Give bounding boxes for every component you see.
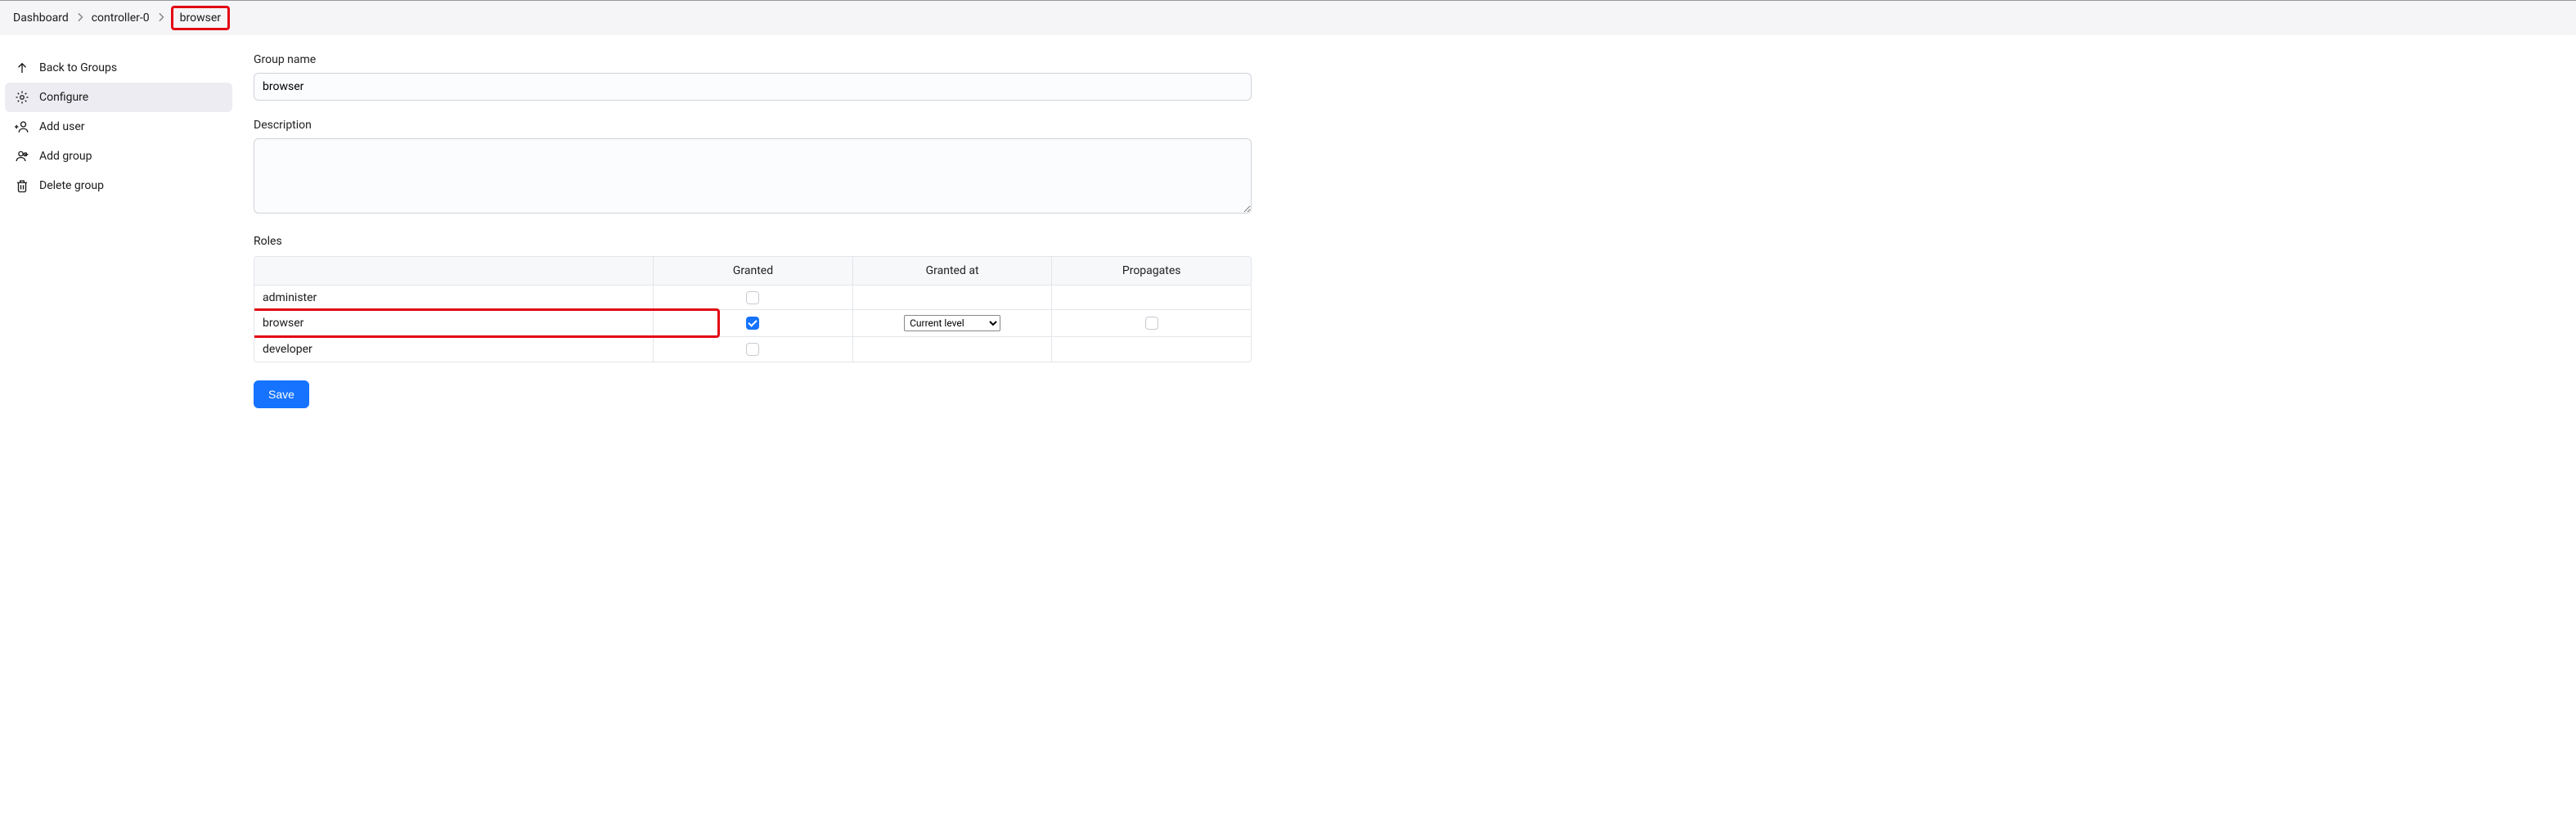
sidebar-item-configure[interactable]: Configure bbox=[5, 83, 232, 112]
propagates-cell bbox=[1051, 286, 1251, 310]
role-name: administer bbox=[254, 286, 653, 310]
granted-at-cell bbox=[852, 337, 1052, 362]
main-content: Group name Description Roles Granted Gra… bbox=[237, 43, 1268, 425]
role-name: browser bbox=[254, 310, 653, 337]
add-user-icon bbox=[15, 119, 29, 134]
roles-table: Granted Granted at Propagates administer… bbox=[254, 256, 1252, 362]
group-name-label: Group name bbox=[254, 53, 1252, 66]
arrow-up-icon bbox=[15, 61, 29, 75]
granted-checkbox[interactable] bbox=[746, 291, 759, 304]
add-group-icon bbox=[15, 149, 29, 164]
table-row: developer bbox=[254, 337, 1251, 362]
breadcrumb-item-browser[interactable]: browser bbox=[171, 6, 230, 30]
sidebar-item-delete-group[interactable]: Delete group bbox=[5, 171, 232, 200]
granted-checkbox[interactable] bbox=[746, 343, 759, 356]
sidebar-item-add-group[interactable]: Add group bbox=[5, 142, 232, 171]
propagates-cell bbox=[1051, 337, 1251, 362]
sidebar-item-label: Configure bbox=[39, 91, 88, 104]
propagates-checkbox[interactable] bbox=[1145, 317, 1158, 330]
sidebar-item-label: Delete group bbox=[39, 179, 104, 192]
sidebar-item-label: Add user bbox=[39, 120, 85, 133]
roles-label: Roles bbox=[254, 235, 1252, 248]
sidebar-item-label: Back to Groups bbox=[39, 61, 117, 74]
group-name-input[interactable] bbox=[254, 73, 1252, 101]
trash-icon bbox=[15, 178, 29, 193]
gear-icon bbox=[15, 90, 29, 105]
save-button[interactable]: Save bbox=[254, 380, 309, 408]
table-row: administer bbox=[254, 286, 1251, 310]
sidebar: Back to Groups Configure Add user Add gr… bbox=[0, 43, 237, 425]
sidebar-item-back[interactable]: Back to Groups bbox=[5, 53, 232, 83]
roles-header-role bbox=[254, 257, 653, 286]
sidebar-item-add-user[interactable]: Add user bbox=[5, 112, 232, 142]
chevron-right-icon bbox=[77, 12, 83, 24]
granted-at-select[interactable]: Current level bbox=[904, 315, 1000, 331]
role-name: developer bbox=[254, 337, 653, 362]
description-label: Description bbox=[254, 119, 1252, 132]
breadcrumb-item-dashboard[interactable]: Dashboard bbox=[13, 11, 69, 25]
chevron-right-icon bbox=[158, 12, 164, 24]
roles-header-granted-at: Granted at bbox=[852, 257, 1052, 286]
roles-header-propagates: Propagates bbox=[1051, 257, 1251, 286]
sidebar-item-label: Add group bbox=[39, 150, 92, 163]
granted-at-cell bbox=[852, 286, 1052, 310]
description-textarea[interactable] bbox=[254, 138, 1252, 214]
table-row: browser Current level bbox=[254, 310, 1251, 337]
granted-checkbox[interactable] bbox=[746, 317, 759, 330]
roles-header-granted: Granted bbox=[653, 257, 852, 286]
breadcrumb: Dashboard controller-0 browser bbox=[0, 0, 2576, 35]
breadcrumb-item-controller[interactable]: controller-0 bbox=[92, 11, 150, 25]
